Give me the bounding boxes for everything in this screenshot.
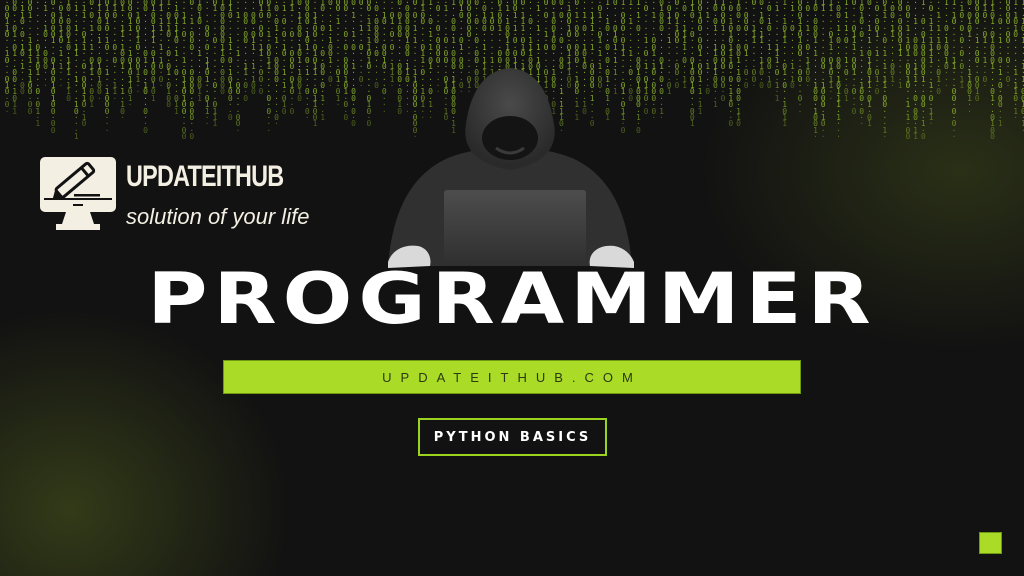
topic-tag: PYTHON BASICS	[418, 418, 607, 456]
banner: · 0 0 1 1 0 · · 1 0 · · 0 1 0 · 0 · 0 0 · · 0 1 · 0 1 · · 0 0 · 1 0 1 1 · 1 1 0…	[0, 0, 1024, 576]
monitor-pencil-icon	[40, 156, 118, 232]
website-url-bar[interactable]: UPDATEITHUB.COM	[223, 360, 801, 394]
brand-logo[interactable]: UPDATEITHUB solution of your life	[40, 156, 340, 236]
brand-name: UPDATEITHUB	[126, 160, 284, 193]
binary-rain-column: 1··10·1···1·1·0010·1·	[1020, 0, 1024, 135]
corner-accent-square	[979, 532, 1002, 554]
laptop	[444, 190, 586, 266]
headline: PROGRAMMER	[147, 258, 877, 341]
brand-tagline: solution of your life	[126, 204, 310, 229]
hooded-hacker-image	[378, 66, 642, 272]
